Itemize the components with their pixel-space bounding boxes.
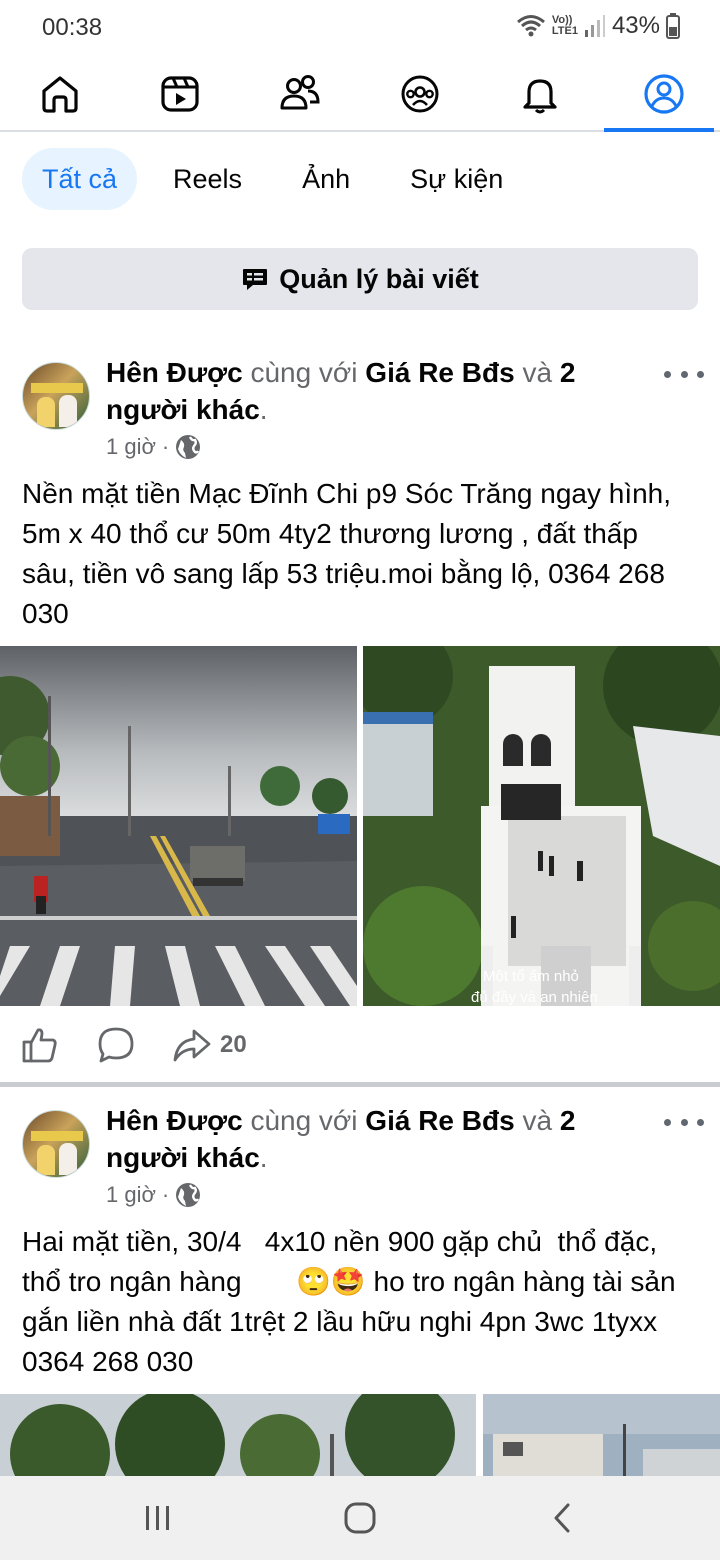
notifications-icon <box>523 79 557 114</box>
house-caption-line2: đủ đầy và an nhiên <box>471 989 598 1006</box>
profile-icon <box>644 74 684 114</box>
post-actions: 20 <box>0 1006 720 1084</box>
home-system-button[interactable] <box>320 1476 400 1560</box>
recent-apps-button[interactable] <box>118 1476 198 1560</box>
avatar[interactable] <box>22 1110 90 1178</box>
post-photo-trees[interactable] <box>0 1394 476 1476</box>
more-options-button[interactable] <box>664 362 704 386</box>
dot-icon <box>664 370 671 378</box>
friends-icon <box>280 75 320 110</box>
share-icon <box>173 1029 211 1062</box>
top-navigation <box>0 58 720 132</box>
tab-profile[interactable] <box>604 58 720 132</box>
aerial-house-image: Một tổ ấm nhỏ đủ đầy và an nhiên <box>363 646 720 1006</box>
filter-photos[interactable]: Ảnh <box>278 148 374 210</box>
post-photo-house[interactable]: Một tổ ấm nhỏ đủ đầy và an nhiên <box>363 646 720 1006</box>
house-caption-line1: Một tổ ấm nhỏ <box>483 968 579 985</box>
tab-reels[interactable] <box>120 58 240 130</box>
thumbs-up-icon <box>22 1028 57 1063</box>
comment-button[interactable] <box>96 1006 136 1084</box>
dot-icon <box>664 1118 671 1126</box>
post: Hên Được cùng với Giá Re Bđs và 2 người … <box>0 342 720 1082</box>
dot-icon <box>680 370 688 378</box>
dot-icon <box>697 1118 704 1126</box>
tab-home[interactable] <box>0 58 120 130</box>
battery-icon <box>666 13 680 39</box>
filter-all[interactable]: Tất cả <box>22 148 138 210</box>
post-time[interactable]: 1 giờ <box>106 434 156 460</box>
comment-icon <box>98 1027 134 1063</box>
share-button[interactable]: 20 <box>172 1006 247 1084</box>
post: Hên Được cùng với Giá Re Bđs và 2 người … <box>0 1090 720 1476</box>
battery-percent: 43% <box>611 12 660 39</box>
post-photo-building[interactable] <box>483 1394 720 1476</box>
post-meta: 1 giờ · <box>106 1182 201 1208</box>
volte-indicator: Vo)) LTE1 <box>551 14 578 37</box>
post-author-line: Hên Được cùng với Giá Re Bđs và 2 người … <box>106 1105 576 1173</box>
tagged-page[interactable]: Giá Re Bđs <box>365 1105 514 1136</box>
recent-apps-icon <box>146 1506 169 1530</box>
avatar[interactable] <box>22 362 90 430</box>
dot-icon <box>680 1118 688 1126</box>
emoji-eye-roll: 🙄 <box>295 1266 331 1297</box>
more-options-button[interactable] <box>664 1110 704 1134</box>
street-photo-image <box>0 646 357 1006</box>
like-button[interactable] <box>20 1006 60 1084</box>
tab-friends[interactable] <box>240 58 360 130</box>
post-photo-street[interactable] <box>0 646 357 1006</box>
trees-photo-image <box>0 1394 476 1476</box>
manage-posts-button[interactable]: Quản lý bài viết <box>22 248 698 310</box>
author-name[interactable]: Hên Được <box>106 357 243 388</box>
back-icon <box>554 1503 570 1533</box>
wifi-icon <box>516 15 545 37</box>
back-button[interactable] <box>522 1476 602 1560</box>
manage-posts-label: Quản lý bài viết <box>279 263 479 294</box>
filter-reels[interactable]: Reels <box>153 148 262 210</box>
emoji-star-struck: 🤩 <box>330 1266 366 1297</box>
manage-posts-icon <box>243 269 268 290</box>
status-bar: 00:38 Vo)) LTE1 43% <box>0 0 720 56</box>
author-name[interactable]: Hên Được <box>106 1105 243 1136</box>
globe-icon <box>176 435 201 459</box>
groups-icon <box>401 75 439 113</box>
post-meta: 1 giờ · <box>106 434 201 460</box>
share-count: 20 <box>220 1031 247 1058</box>
tab-notifications[interactable] <box>480 58 600 130</box>
reels-icon <box>161 76 199 112</box>
status-icons: Vo)) LTE1 43% <box>516 12 680 40</box>
post-text: Nền mặt tiền Mạc Đĩnh Chi p9 Sóc Trăng n… <box>22 478 672 629</box>
status-time: 00:38 <box>42 14 103 41</box>
tab-groups[interactable] <box>360 58 480 130</box>
profile-filter-chips: Tất cả Reels Ảnh Sự kiện <box>22 148 539 210</box>
globe-icon <box>176 1183 201 1207</box>
home-circle-icon <box>344 1502 376 1534</box>
filter-events[interactable]: Sự kiện <box>390 148 523 210</box>
building-photo-image <box>483 1394 720 1476</box>
system-navigation-bar <box>0 1476 720 1560</box>
post-time[interactable]: 1 giờ <box>106 1182 156 1208</box>
dot-icon <box>697 370 704 378</box>
tagged-page[interactable]: Giá Re Bđs <box>365 357 514 388</box>
post-text: Hai mặt tiền, 30/4 4x10 nền 900 gặp chủ … <box>22 1226 684 1377</box>
post-author-line: Hên Được cùng với Giá Re Bđs và 2 người … <box>106 357 576 425</box>
home-icon <box>42 76 78 113</box>
signal-icon <box>584 15 605 37</box>
post-divider <box>0 1082 720 1087</box>
